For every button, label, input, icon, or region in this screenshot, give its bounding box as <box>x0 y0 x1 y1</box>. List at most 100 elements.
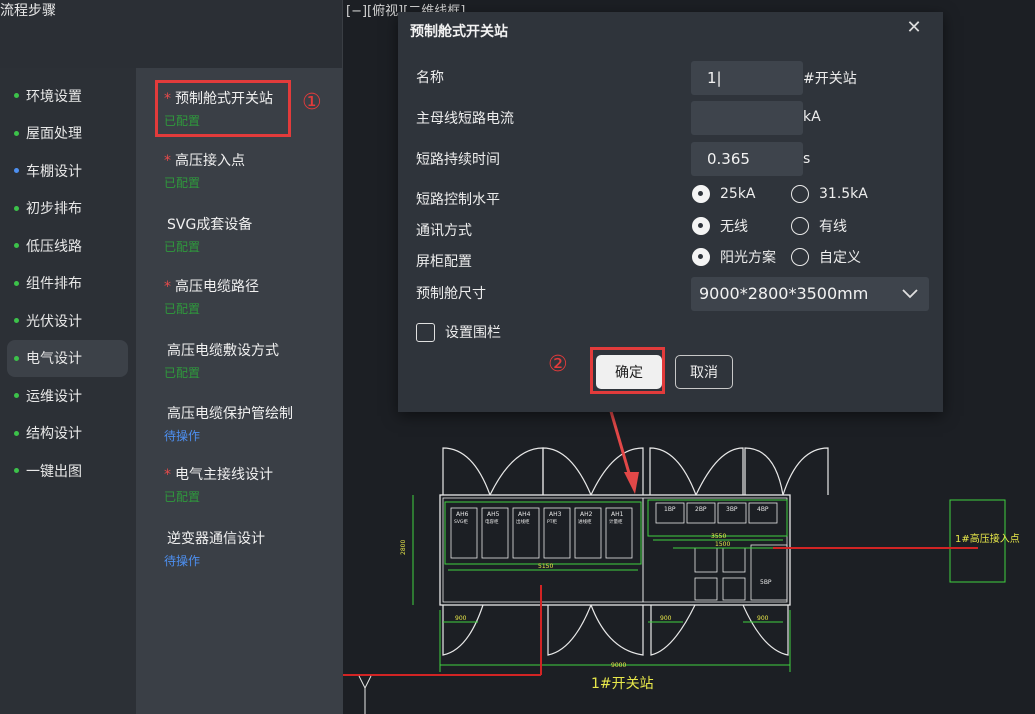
cabinet-label: AH6 <box>456 511 469 518</box>
sidebar-item[interactable]: 光伏设计 <box>7 302 128 340</box>
panel-title: 流程步骤 <box>0 3 56 19</box>
checkbox-icon <box>416 322 435 342</box>
step-panel: * 预制舱式开关站 已配置 * 高压接入点 已配置 SVG成套设备 已配置 * 高压电缆路径 已配置… <box>136 68 343 714</box>
sidebar-item[interactable]: 结构设计 <box>7 415 128 453</box>
sidebar-item[interactable]: 低压线路 <box>7 227 128 265</box>
required-star-icon: * <box>164 153 171 169</box>
sidebar-item-label: 环境设置 <box>26 88 82 105</box>
door-arc <box>742 604 789 656</box>
chevron-down-icon <box>901 277 919 324</box>
sidebar-item[interactable]: 运维设计 <box>7 377 128 415</box>
panel-label: 2BP <box>695 506 707 513</box>
status-dot-icon <box>14 93 19 99</box>
sidebar-item-label: 一键出图 <box>26 463 82 480</box>
current-label: 主母线短路电流 <box>416 111 514 127</box>
duration-input[interactable]: 0.365 <box>691 142 803 176</box>
dim-1500: 1500 <box>715 541 730 548</box>
status-dot-icon <box>14 468 19 474</box>
sidebar-item-label: 组件排布 <box>26 276 82 293</box>
dim-900a: 900 <box>455 615 467 622</box>
sidebar-item-label: 车棚设计 <box>26 163 82 180</box>
sidebar-item-label: 低压线路 <box>26 238 82 255</box>
cabinet-radio-sungrow[interactable]: 阳光方案 <box>692 247 776 267</box>
size-select-value: 9000*2800*3500mm <box>699 284 869 303</box>
cabinet-radio-sungrow-label: 阳光方案 <box>720 250 776 266</box>
radio-unchecked-icon <box>791 185 809 203</box>
step-name-text: 逆变器通信设计 <box>167 531 265 547</box>
door-arc <box>442 447 491 496</box>
level-radio-31-5ka[interactable]: 31.5kA <box>791 185 868 203</box>
sidebar-item[interactable]: 初步排布 <box>7 190 128 228</box>
comm-radio-wireless-label: 无线 <box>720 219 748 235</box>
station-label: 1#开关站 <box>591 676 654 692</box>
door-arc <box>650 604 696 656</box>
duration-label: 短路持续时间 <box>416 152 500 168</box>
size-select[interactable]: 9000*2800*3500mm <box>691 277 929 311</box>
sidebar-item-label: 初步排布 <box>26 201 82 218</box>
fence-checkbox-label: 设置围栏 <box>445 325 501 341</box>
door-arc <box>590 604 644 656</box>
step-name: * 电气主接线设计 <box>164 464 273 484</box>
nav-list: 环境设置屋面处理车棚设计初步排布低压线路组件排布光伏设计电气设计运维设计结构设计… <box>7 77 128 490</box>
status-dot-icon <box>14 243 19 249</box>
sidebar-item[interactable]: 一键出图 <box>7 452 128 490</box>
cabinet-radio-custom[interactable]: 自定义 <box>791 247 861 267</box>
step-highlight-box <box>155 80 291 137</box>
sidebar-item[interactable]: 电气设计 <box>7 339 128 377</box>
door-arc <box>442 604 484 656</box>
name-label: 名称 <box>416 70 444 86</box>
door-arc <box>542 447 592 496</box>
dim-2800: 2800 <box>400 540 407 555</box>
step-name: 高压电缆保护管绘制 <box>167 403 293 423</box>
sidebar-item[interactable]: 屋面处理 <box>7 115 128 153</box>
sidebar-item-label: 电气设计 <box>26 351 82 368</box>
hv-access-label: 1#高压接入点 <box>955 532 1020 545</box>
door-arc <box>744 447 784 496</box>
switch-station-dialog: 预制舱式开关站 ✕ 名称 1| #开关站 主母线短路电流 kA 短路持续时间 0… <box>398 12 943 412</box>
ok-highlight-box <box>590 347 665 394</box>
fence-checkbox[interactable]: 设置围栏 <box>416 322 501 342</box>
sidebar-item-label: 运维设计 <box>26 388 82 405</box>
dim-3550: 3550 <box>711 533 726 540</box>
status-dot-icon <box>14 130 19 136</box>
step-name-text: 高压接入点 <box>175 153 245 169</box>
current-input[interactable] <box>691 101 803 135</box>
status-dot-icon <box>14 355 19 361</box>
cancel-button[interactable]: 取消 <box>675 355 733 389</box>
step-name: 高压电缆敷设方式 <box>167 340 279 360</box>
radio-unchecked-icon <box>791 248 809 266</box>
panel-label: 1BP <box>664 506 676 513</box>
radio-checked-icon <box>692 185 710 203</box>
door-arc <box>782 447 829 496</box>
sidebar-item[interactable]: 车棚设计 <box>7 152 128 190</box>
dim-9000: 9000 <box>611 662 626 669</box>
status-dot-icon <box>14 205 19 211</box>
cabinet-sublabel: SVG柜 <box>454 518 468 525</box>
level-radio-25ka[interactable]: 25kA <box>692 185 756 203</box>
step-status: 已配置 <box>164 240 201 254</box>
step-name-text: 高压电缆路径 <box>175 279 259 295</box>
level-radio-31-5ka-label: 31.5kA <box>819 186 868 202</box>
panel-label: 5BP <box>760 579 772 586</box>
status-dot-icon <box>14 280 19 286</box>
step-name-text: SVG成套设备 <box>167 217 253 233</box>
step-name: * 高压电缆路径 <box>164 276 259 296</box>
size-label: 预制舱尺寸 <box>416 286 486 302</box>
sidebar-item[interactable]: 环境设置 <box>7 77 128 115</box>
close-icon[interactable]: ✕ <box>904 18 924 38</box>
radio-checked-icon <box>692 248 710 266</box>
name-input[interactable]: 1| <box>691 61 803 95</box>
sidebar-item[interactable]: 组件排布 <box>7 265 128 303</box>
step-name-text: 电气主接线设计 <box>175 467 273 483</box>
duration-unit: s <box>803 151 811 167</box>
annotation-one: ① <box>302 90 322 115</box>
status-dot-icon <box>14 393 19 399</box>
cabinet-sublabel: 进线柜 <box>578 518 592 525</box>
status-dot-icon <box>14 430 19 436</box>
door-arc <box>489 447 544 496</box>
panel-label: 3BP <box>726 506 738 513</box>
annotation-two: ② <box>548 352 568 377</box>
radio-unchecked-icon <box>791 217 809 235</box>
comm-radio-wireless[interactable]: 无线 <box>692 216 748 236</box>
comm-radio-wired[interactable]: 有线 <box>791 216 847 236</box>
